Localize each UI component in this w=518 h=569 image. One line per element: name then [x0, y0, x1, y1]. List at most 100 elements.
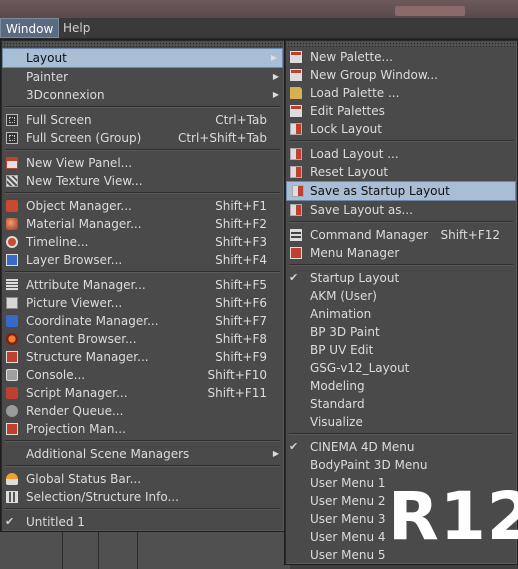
menu-item-content-browser[interactable]: Content Browser... Shift+F8: [1, 330, 284, 348]
shortcut-label: Shift+F5: [215, 278, 267, 292]
edit-palettes-icon: [290, 105, 302, 117]
menu-item-label: Layout: [26, 51, 67, 65]
menu-help[interactable]: Help: [58, 18, 95, 38]
fullscreen-icon: [6, 114, 18, 126]
menu-item-new-view-panel[interactable]: New View Panel...: [1, 154, 284, 172]
menu-item-label: New Palette...: [310, 50, 393, 64]
menu-item-object-manager[interactable]: Object Manager... Shift+F1: [1, 197, 284, 215]
menu-item-new-group-window[interactable]: New Group Window...: [285, 66, 517, 84]
menu-item-label: Object Manager...: [26, 199, 132, 213]
menu-item-modeling[interactable]: Modeling: [285, 377, 517, 395]
tear-off-handle[interactable]: [287, 42, 515, 47]
menu-item-global-status-bar[interactable]: Global Status Bar...: [1, 470, 284, 488]
menu-item-label: Timeline...: [26, 235, 89, 249]
menu-item-label: Layer Browser...: [26, 253, 123, 267]
menu-item-bp-uv-edit[interactable]: BP UV Edit: [285, 341, 517, 359]
menu-item-label: Picture Viewer...: [26, 296, 123, 310]
menu-item-label: 3Dconnexion: [26, 88, 105, 102]
menu-item-material-manager[interactable]: Material Manager... Shift+F2: [1, 215, 284, 233]
menu-item-layer-browser[interactable]: Layer Browser... Shift+F4: [1, 251, 284, 269]
menu-separator: [5, 149, 280, 151]
menu-item-label: CINEMA 4D Menu: [310, 440, 415, 454]
menu-item-attribute-manager[interactable]: Attribute Manager... Shift+F5: [1, 276, 284, 294]
menu-item-new-texture-view[interactable]: New Texture View...: [1, 172, 284, 190]
reset-layout-icon: [290, 166, 302, 178]
menu-item-bp-3d-paint[interactable]: BP 3D Paint: [285, 323, 517, 341]
menu-item-bodypaint-3d-menu[interactable]: BodyPaint 3D Menu: [285, 456, 517, 474]
render-queue-icon: [6, 405, 18, 417]
menu-item-menu-manager[interactable]: Menu Manager: [285, 244, 517, 262]
menu-item-full-screen-group[interactable]: Full Screen (Group) Ctrl+Shift+Tab: [1, 129, 284, 147]
material-manager-icon: [6, 218, 18, 230]
menu-item-label: Save as Startup Layout: [310, 184, 450, 198]
menu-item-coordinate-manager[interactable]: Coordinate Manager... Shift+F7: [1, 312, 284, 330]
submenu-arrow-icon: ▶: [272, 72, 279, 81]
menu-item-label: Modeling: [310, 379, 365, 393]
menu-item-label: Projection Man...: [26, 422, 126, 436]
menu-item-label: Reset Layout: [310, 165, 389, 179]
menu-item-label: Command Manager: [310, 228, 429, 242]
menu-item-animation[interactable]: Animation: [285, 305, 517, 323]
menu-item-projection-man[interactable]: Projection Man...: [1, 420, 284, 438]
menu-item-akm-user[interactable]: AKM (User): [285, 287, 517, 305]
menu-separator: [289, 433, 513, 435]
menu-item-save-as-startup-layout[interactable]: Save as Startup Layout: [286, 181, 516, 201]
check-icon: ✔: [289, 271, 299, 284]
menu-separator: [5, 271, 280, 273]
check-icon: ✔: [5, 515, 15, 528]
menu-item-render-queue[interactable]: Render Queue...: [1, 402, 284, 420]
menu-separator: [289, 264, 513, 266]
menu-item-cinema-4d-menu[interactable]: ✔ CINEMA 4D Menu: [285, 438, 517, 456]
texture-view-icon: [6, 175, 18, 187]
menu-item-label: Coordinate Manager...: [26, 314, 159, 328]
menu-item-timeline[interactable]: Timeline... Shift+F3: [1, 233, 284, 251]
menu-item-additional-scene-managers[interactable]: Additional Scene Managers ▶: [1, 445, 284, 463]
new-palette-icon: [290, 51, 302, 63]
view-panel-icon: [6, 157, 18, 169]
menu-item-gsg-v12-layout[interactable]: GSG-v12_Layout: [285, 359, 517, 377]
menu-item-console[interactable]: Console... Shift+F10: [1, 366, 284, 384]
menu-item-structure-manager[interactable]: Structure Manager... Shift+F9: [1, 348, 284, 366]
menu-item-label: Startup Layout: [310, 271, 400, 285]
app-title-strip: [0, 0, 518, 18]
menu-window[interactable]: Window: [0, 18, 60, 38]
menu-item-load-palette[interactable]: Load Palette ...: [285, 84, 517, 102]
attribute-manager-icon: [6, 279, 18, 291]
menu-item-painter[interactable]: Painter ▶: [1, 68, 284, 86]
menu-item-3dconnexion[interactable]: 3Dconnexion ▶: [1, 86, 284, 104]
save-startup-layout-icon: [292, 185, 304, 197]
menu-item-label: New Texture View...: [26, 174, 143, 188]
new-group-window-icon: [290, 69, 302, 81]
selection-info-icon: [6, 491, 18, 503]
menu-item-script-manager[interactable]: Script Manager... Shift+F11: [1, 384, 284, 402]
menu-item-reset-layout[interactable]: Reset Layout: [285, 163, 517, 181]
save-layout-icon: [290, 204, 302, 216]
menu-item-load-layout[interactable]: Load Layout ...: [285, 145, 517, 163]
menu-separator: [5, 465, 280, 467]
menu-item-save-layout-as[interactable]: Save Layout as...: [285, 201, 517, 219]
lock-layout-icon: [290, 123, 302, 135]
menu-item-label: User Menu 1: [310, 476, 386, 490]
menu-item-visualize[interactable]: Visualize: [285, 413, 517, 431]
menu-separator: [289, 140, 513, 142]
menu-item-untitled-1[interactable]: ✔ Untitled 1: [1, 513, 284, 531]
menu-item-edit-palettes[interactable]: Edit Palettes: [285, 102, 517, 120]
menu-item-command-manager[interactable]: Command Manager Shift+F12: [285, 226, 517, 244]
menu-item-full-screen[interactable]: Full Screen Ctrl+Tab: [1, 111, 284, 129]
menu-item-selection-structure-info[interactable]: Selection/Structure Info...: [1, 488, 284, 506]
menu-item-standard[interactable]: Standard: [285, 395, 517, 413]
version-watermark: R12: [388, 478, 518, 555]
menu-item-label: New Group Window...: [310, 68, 438, 82]
menu-item-lock-layout[interactable]: Lock Layout: [285, 120, 517, 138]
shortcut-label: Shift+F3: [215, 235, 267, 249]
load-palette-icon: [290, 87, 302, 99]
menu-item-picture-viewer[interactable]: Picture Viewer... Shift+F6: [1, 294, 284, 312]
menu-separator: [5, 440, 280, 442]
menu-item-startup-layout[interactable]: ✔ Startup Layout: [285, 269, 517, 287]
tear-off-handle[interactable]: [3, 42, 282, 47]
menu-item-label: User Menu 3: [310, 512, 386, 526]
window-menu: Layout ▶ Painter ▶ 3Dconnexion ▶ Full Screen Ct…: [0, 39, 285, 532]
menu-item-label: BodyPaint 3D Menu: [310, 458, 428, 472]
menu-item-layout[interactable]: Layout ▶: [2, 48, 283, 68]
menu-item-new-palette[interactable]: New Palette...: [285, 48, 517, 66]
